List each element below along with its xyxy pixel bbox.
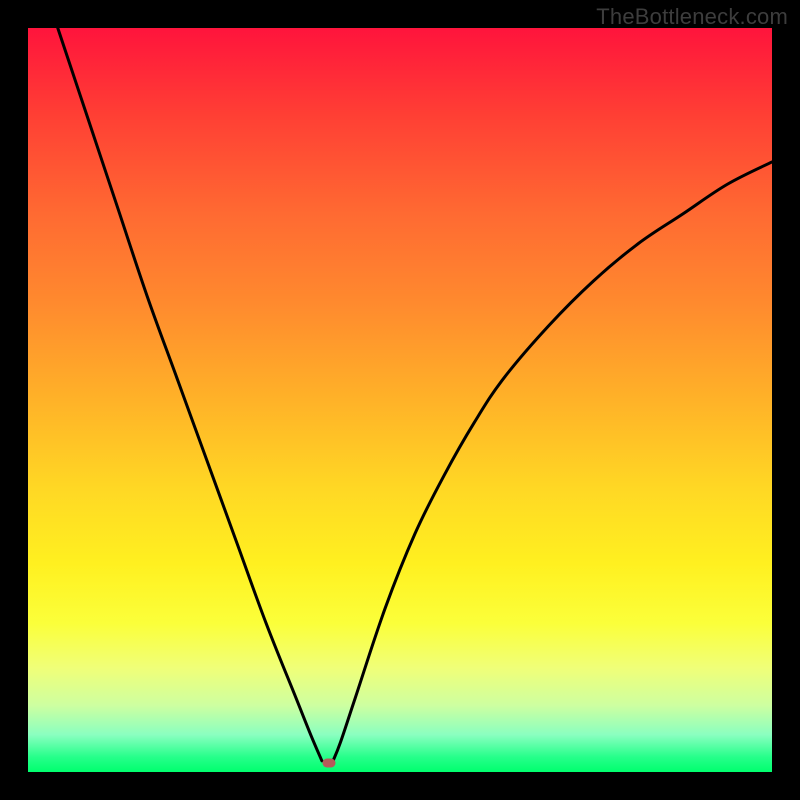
curve-layer <box>28 28 772 772</box>
bottleneck-marker <box>323 759 336 768</box>
curve-right-branch <box>333 162 772 761</box>
plot-area <box>28 28 772 772</box>
chart-frame: TheBottleneck.com <box>0 0 800 800</box>
curve-left-branch <box>58 28 322 761</box>
watermark-text: TheBottleneck.com <box>596 4 788 30</box>
